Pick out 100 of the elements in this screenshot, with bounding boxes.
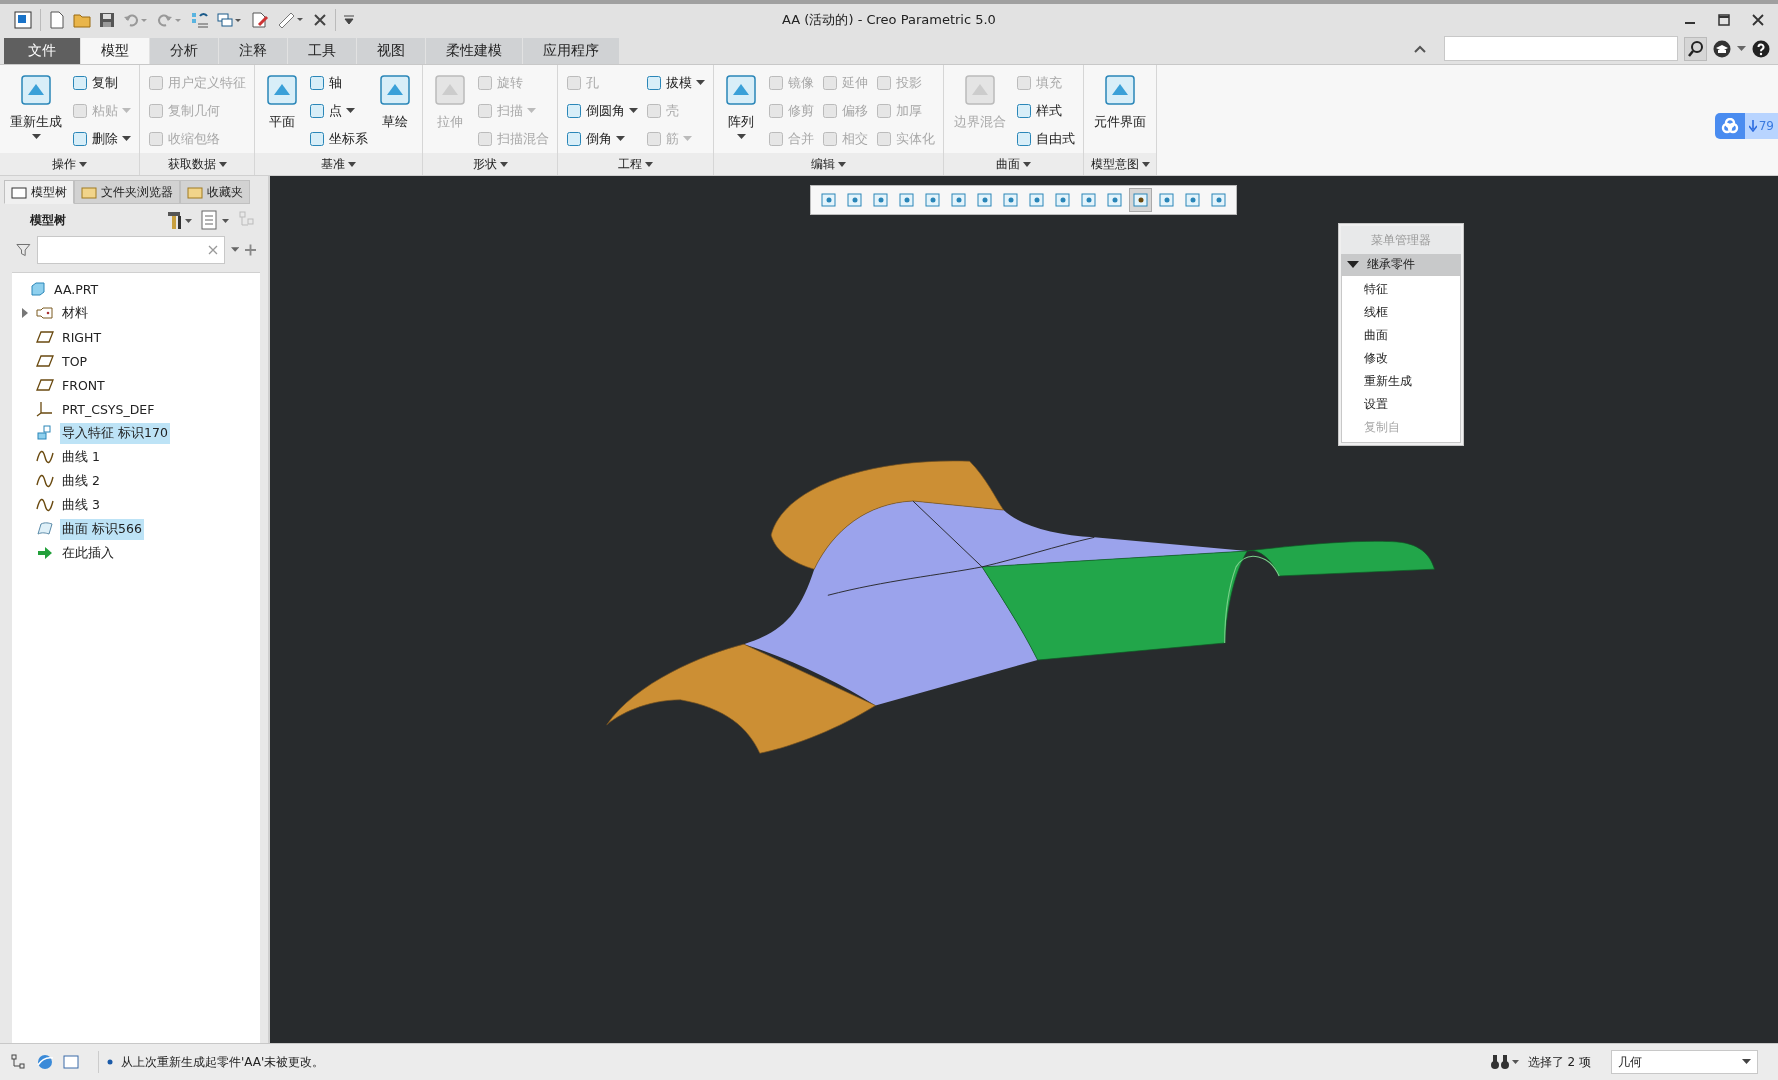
tree-item[interactable]: 曲线 1 (60, 446, 102, 468)
menu-item[interactable]: 线框 (1342, 301, 1460, 324)
filter-icon[interactable] (16, 242, 31, 258)
expand-arrow-icon[interactable] (20, 308, 30, 318)
save-icon[interactable] (99, 12, 115, 28)
window-icon[interactable] (14, 11, 32, 29)
ribbon-group-label[interactable]: 编辑 (714, 153, 943, 175)
ribbon-group-label[interactable]: 模型意图 (1084, 153, 1156, 175)
selection-filter-dropdown[interactable]: 几何 (1611, 1050, 1758, 1074)
square-icon (477, 103, 493, 119)
menu-section-header[interactable]: 继承零件 (1341, 254, 1461, 275)
tree-item[interactable]: 曲线 3 (60, 494, 102, 516)
list-icon[interactable] (200, 210, 230, 230)
menu-item[interactable]: 重新生成 (1342, 370, 1460, 393)
square-icon (1157, 191, 1176, 209)
ribbon-button[interactable]: 阵列 (722, 71, 760, 153)
ribbon-button[interactable]: 重新生成 (8, 71, 64, 153)
ribbon-button[interactable]: 草绘 (376, 71, 414, 153)
undo-icon[interactable] (123, 12, 149, 28)
tree-item[interactable]: TOP (60, 351, 89, 371)
tree-item[interactable]: AA.PRT (52, 279, 101, 299)
caret-icon[interactable] (230, 247, 239, 253)
ribbon-button[interactable]: 点 (309, 99, 368, 123)
window-square-icon[interactable] (62, 1053, 80, 1071)
help-icon[interactable] (1752, 39, 1770, 58)
ribbon-button[interactable]: 元件界面 (1092, 71, 1148, 153)
eraser-icon[interactable] (251, 11, 269, 29)
ribbon-tab[interactable]: 视图 (357, 38, 426, 64)
square-icon (1103, 73, 1137, 107)
caret-icon (218, 161, 227, 167)
ribbon-button[interactable]: 坐标系 (309, 127, 368, 151)
plus-icon[interactable] (244, 244, 256, 256)
tree-item[interactable]: 导入特征 标识170 (60, 422, 170, 444)
ruler-icon[interactable] (277, 11, 305, 29)
panel-tab[interactable]: 收藏夹 (180, 180, 250, 204)
search-button[interactable] (1684, 36, 1707, 61)
customize-caret-icon[interactable] (344, 15, 354, 25)
ribbon-tab[interactable]: 应用程序 (523, 38, 620, 64)
tree-item[interactable]: 曲线 2 (60, 470, 102, 492)
tree-filter-field[interactable] (36, 236, 225, 264)
caret-icon (527, 108, 536, 114)
ribbon-group-label[interactable]: 工程 (558, 153, 713, 175)
menu-item[interactable]: 修改 (1342, 347, 1460, 370)
ribbon-button[interactable]: 拔模 (646, 71, 705, 95)
ribbon-tab[interactable]: 柔性建模 (426, 38, 523, 64)
windows-icon[interactable] (217, 12, 243, 28)
ribbon-tab[interactable]: 注释 (219, 38, 288, 64)
surface-model-drawing[interactable] (606, 460, 1435, 754)
ribbon-button[interactable]: 倒角 (566, 127, 638, 151)
search-field[interactable] (1444, 36, 1678, 61)
menu-item[interactable]: 特征 (1342, 278, 1460, 301)
regenerate-icon[interactable] (191, 11, 209, 29)
clear-icon[interactable] (207, 245, 218, 255)
tree-item[interactable]: 在此插入 (60, 542, 116, 564)
ribbon-group-label[interactable]: 曲面 (944, 153, 1083, 175)
close-icon[interactable] (1752, 14, 1764, 26)
square-icon (1183, 191, 1202, 209)
menu-item[interactable]: 设置 (1342, 393, 1460, 416)
square-icon (1079, 191, 1098, 209)
hammer-icon[interactable] (166, 210, 192, 230)
folder-icon (187, 185, 203, 199)
tree-item[interactable]: FRONT (60, 375, 107, 395)
tree-icon[interactable] (10, 1053, 28, 1071)
ribbon-button[interactable]: 样式 (1016, 99, 1075, 123)
caret-icon (1347, 260, 1359, 269)
tree-item[interactable]: PRT_CSYS_DEF (60, 399, 157, 419)
ribbon-tab[interactable]: 分析 (150, 38, 219, 64)
selection-count: 选择了 2 项 (1527, 1053, 1591, 1071)
caret-icon[interactable] (1737, 45, 1746, 52)
close-windows-icon[interactable] (313, 13, 327, 27)
ribbon-tab[interactable]: 工具 (288, 38, 357, 64)
square-icon (309, 103, 325, 119)
ribbon-group-label[interactable]: 操作 (0, 153, 139, 175)
ribbon-tab[interactable]: 模型 (81, 38, 150, 64)
panel-tab[interactable]: 文件夹浏览器 (74, 180, 180, 204)
ribbon-group-label[interactable]: 获取数据 (140, 153, 254, 175)
panel-tab[interactable]: 模型树 (4, 180, 74, 204)
ribbon-group-label[interactable]: 基准 (255, 153, 422, 175)
caret-icon (629, 108, 638, 114)
maximize-icon[interactable] (1718, 14, 1730, 26)
ribbon-button[interactable]: 自由式 (1016, 127, 1075, 151)
menu-item[interactable]: 曲面 (1342, 324, 1460, 347)
view-toolbar-button[interactable] (1129, 188, 1152, 212)
ribbon-button[interactable]: 删除 (72, 127, 131, 151)
redo-icon[interactable] (157, 12, 183, 28)
ribbon-button[interactable]: 平面 (263, 71, 301, 153)
tree-item[interactable]: 材料 (60, 302, 90, 324)
collapse-ribbon-icon[interactable] (1414, 44, 1426, 53)
tree-item[interactable]: RIGHT (60, 327, 104, 347)
new-file-icon[interactable] (49, 11, 65, 29)
browser-icon[interactable] (36, 1053, 54, 1071)
ribbon-button[interactable]: 轴 (309, 71, 368, 95)
folder-icon[interactable] (73, 12, 91, 28)
graduation-cap-icon[interactable] (1713, 39, 1731, 58)
binoculars-icon[interactable] (1489, 1053, 1520, 1071)
tree-item[interactable]: 曲面 标识566 (60, 518, 144, 540)
file-menu-tab[interactable]: 文件 (4, 38, 81, 64)
ribbon-button[interactable]: 倒圆角 (566, 99, 638, 123)
ribbon-button[interactable]: 复制 (72, 71, 131, 95)
ribbon-group-label[interactable]: 形状 (423, 153, 557, 175)
